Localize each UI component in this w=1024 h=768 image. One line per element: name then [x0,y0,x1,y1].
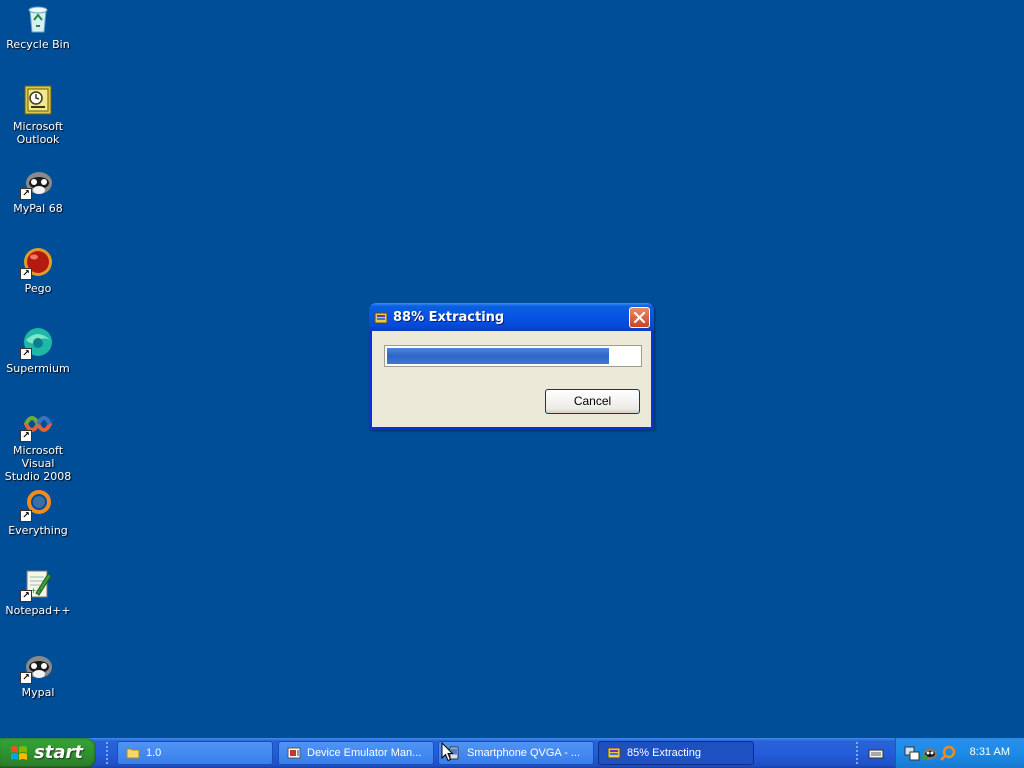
shortcut-arrow-icon: ↗ [20,268,32,280]
desktop-icon-recycle-bin[interactable]: Recycle Bin [0,2,76,51]
desktop-icon-outlook[interactable]: Microsoft Outlook [0,84,76,146]
desktop: Recycle Bin Microsoft Outlook ↗ MyPal 68 [0,0,1024,738]
shortcut-arrow-icon: ↗ [20,672,32,684]
desktop-icon-supermium[interactable]: ↗ Supermium [0,326,76,375]
desktop-icon-everything[interactable]: ↗ Everything [0,488,76,537]
svg-text:++: ++ [30,586,43,595]
visual-studio-icon: ↗ [20,408,54,442]
mouse-cursor-icon [441,742,453,762]
search-icon[interactable] [940,745,956,761]
supermium-icon: ↗ [20,326,54,360]
mypal-icon: ↗ [20,650,54,684]
extracting-dialog: 88% Extracting Cancel [369,303,654,430]
taskbar-button-device-emulator[interactable]: Device Emulator Man... [278,741,434,765]
close-icon [633,311,646,324]
pego-icon: ↗ [20,246,54,280]
taskbar-button-folder[interactable]: 1.0 [117,741,273,765]
desktop-icon-label: Pego [24,282,52,295]
desktop-icon-label: Microsoft Outlook [12,120,64,146]
clock[interactable]: 8:31 AM [970,746,1010,758]
shortcut-arrow-icon: ↗ [20,188,32,200]
shortcut-arrow-icon: ↗ [20,348,32,360]
desktop-icon-label: Microsoft Visual Studio 2008 [4,444,72,483]
folder-icon [126,746,140,760]
taskbar-grip[interactable] [856,742,861,764]
taskbar-button-label: Device Emulator Man... [307,747,422,759]
desktop-icon-notepad-plus-plus[interactable]: ++ ↗ Notepad++ [0,568,76,617]
progress-fill [387,348,609,364]
taskbar-button-extracting[interactable]: 85% Extracting [598,741,754,765]
archive-icon [607,746,621,760]
notepad-plus-plus-icon: ++ ↗ [20,568,54,602]
dialog-body: Cancel [372,331,651,427]
taskbar: start 1.0 Device Emulator Man... Smartph… [0,738,1024,768]
recycle-bin-icon [22,2,54,34]
everything-icon: ↗ [20,488,54,522]
extract-progress-bar [384,345,642,367]
desktop-icon-label: Notepad++ [5,604,71,617]
desktop-icon-mypal-68[interactable]: ↗ MyPal 68 [0,166,76,215]
start-label: start [34,742,83,763]
keyboard-icon[interactable] [868,745,884,761]
taskbar-button-label: Smartphone QVGA - ... [467,747,581,759]
desktop-icon-visual-studio-2008[interactable]: ↗ Microsoft Visual Studio 2008 [0,408,76,483]
shortcut-arrow-icon: ↗ [20,430,32,442]
start-button[interactable]: start [0,738,96,768]
shortcut-arrow-icon: ↗ [20,590,32,602]
taskbar-button-label: 85% Extracting [627,747,701,759]
desktop-icon-label: Mypal [21,686,55,699]
shortcut-arrow-icon: ↗ [20,510,32,522]
system-tray: 8:31 AM [895,738,1024,768]
desktop-icon-label: Recycle Bin [6,38,70,51]
dialog-titlebar[interactable]: 88% Extracting [369,303,654,331]
mypal-icon: ↗ [20,166,54,200]
desktop-icon-label: Supermium [6,362,70,375]
network-icon[interactable] [904,745,920,761]
desktop-icon-pego[interactable]: ↗ Pego [0,246,76,295]
taskbar-button-smartphone[interactable]: Smartphone QVGA - ... [438,741,594,765]
taskbar-grip[interactable] [106,742,111,764]
archive-icon [374,310,388,324]
taskbar-button-label: 1.0 [146,747,162,759]
close-button[interactable] [629,307,650,328]
dialog-title: 88% Extracting [393,310,505,325]
desktop-icon-label: Everything [8,524,68,537]
desktop-icon-label: MyPal 68 [13,202,63,215]
mypal-tray-icon[interactable] [922,745,938,761]
outlook-icon [22,84,54,116]
desktop-icon-mypal[interactable]: ↗ Mypal [0,650,76,699]
device-emulator-icon [287,746,301,760]
cancel-button[interactable]: Cancel [545,389,640,414]
windows-logo-icon [10,745,28,762]
